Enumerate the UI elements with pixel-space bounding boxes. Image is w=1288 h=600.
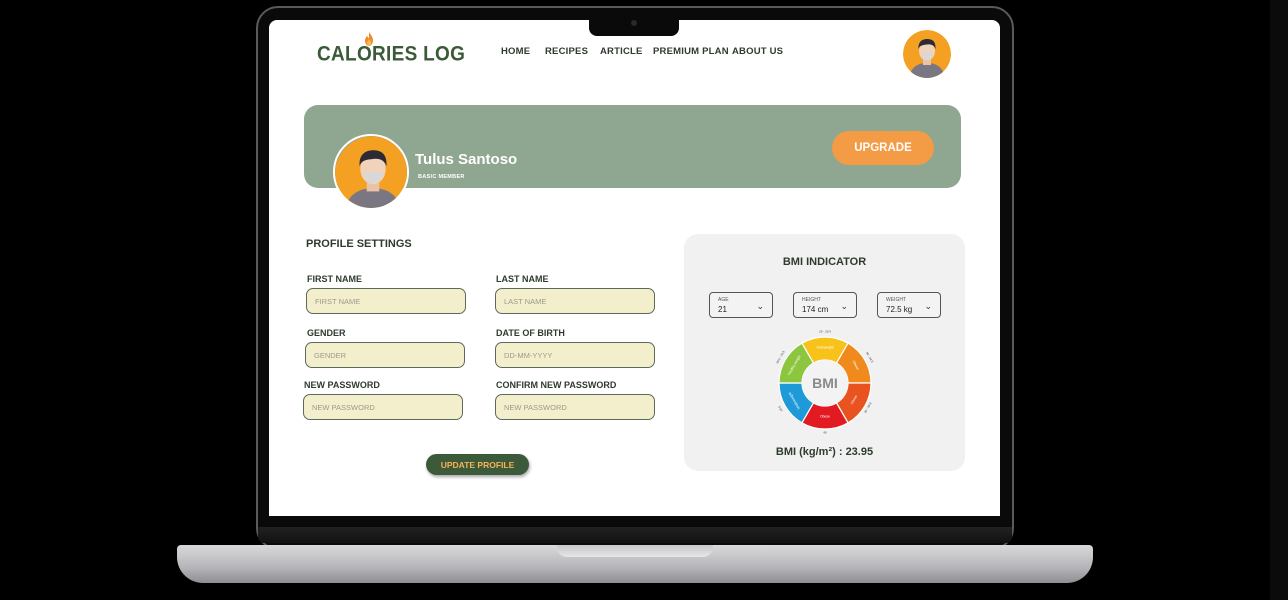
last-name-field[interactable] bbox=[495, 288, 655, 314]
nav-recipes[interactable]: RECIPES bbox=[545, 46, 588, 57]
confirm-password-field[interactable] bbox=[495, 394, 655, 420]
chevron-down-icon: ⌄ bbox=[924, 301, 932, 311]
height-select-label: HEIGHT bbox=[802, 297, 821, 303]
height-select[interactable]: HEIGHT 174 cm ⌄ bbox=[793, 292, 857, 318]
upgrade-button[interactable]: UPGRADE bbox=[832, 131, 934, 165]
profile-name: Tulus Santoso bbox=[415, 151, 518, 168]
chevron-down-icon: ⌄ bbox=[756, 301, 764, 311]
first-name-field[interactable] bbox=[306, 288, 466, 314]
app-logo[interactable]: CALORIES LOG bbox=[317, 43, 465, 68]
new-password-label: NEW PASSWORD bbox=[304, 380, 380, 390]
first-name-label: FIRST NAME bbox=[307, 274, 362, 284]
user-avatar-icon bbox=[335, 136, 407, 208]
nav-home[interactable]: HOME bbox=[501, 46, 530, 57]
nav-article[interactable]: ARTICLE bbox=[600, 46, 643, 57]
date-of-birth-label: DATE OF BIRTH bbox=[496, 328, 565, 338]
bmi-card: BMI INDICATOR AGE 21 ⌄ HEIGHT 174 cm ⌄ W… bbox=[684, 234, 965, 471]
update-profile-button[interactable]: UPDATE PROFILE bbox=[426, 454, 529, 475]
weight-select-value: 72.5 kg bbox=[886, 305, 913, 314]
last-name-label: LAST NAME bbox=[496, 274, 549, 284]
new-password-field[interactable] bbox=[303, 394, 463, 420]
membership-badge: BASIC MEMBER bbox=[418, 174, 465, 180]
age-select-label: AGE bbox=[718, 297, 729, 303]
nav-about-us[interactable]: ABOUT US bbox=[732, 46, 783, 57]
edge-strip bbox=[1270, 0, 1288, 600]
app-screen: CALORIES LOG HOME RECIPES ARTICLE PREMIU… bbox=[269, 20, 1000, 516]
camera-notch bbox=[589, 16, 679, 36]
profile-avatar[interactable] bbox=[333, 134, 409, 210]
bmi-title: BMI INDICATOR bbox=[782, 256, 867, 268]
confirm-password-label: CONFIRM NEW PASSWORD bbox=[496, 380, 617, 390]
age-select-value: 21 bbox=[718, 305, 727, 314]
gauge-segment-label: Obese bbox=[820, 415, 830, 419]
laptop-mockup: CALORIES LOG HOME RECIPES ARTICLE PREMIU… bbox=[0, 0, 1288, 600]
nav-premium-plan[interactable]: PREMIUM PLAN bbox=[653, 46, 729, 57]
profile-settings-title: PROFILE SETTINGS bbox=[306, 238, 412, 250]
chevron-down-icon: ⌄ bbox=[840, 301, 848, 311]
gender-label: GENDER bbox=[307, 328, 346, 338]
gauge-range-label: 18.5 bbox=[777, 405, 784, 412]
gender-field[interactable] bbox=[305, 342, 465, 368]
bmi-gauge: BMI UnderweightHealthy weightOverweightO… bbox=[775, 330, 874, 435]
laptop-hinge bbox=[258, 527, 1012, 543]
user-avatar-icon bbox=[903, 30, 951, 78]
gauge-segment-label: Overweight bbox=[816, 346, 833, 350]
gauge-range-label: 40 bbox=[823, 431, 827, 435]
avatar[interactable] bbox=[903, 30, 951, 78]
height-select-value: 174 cm bbox=[802, 305, 829, 314]
gauge-range-label: 25 - 29.9 bbox=[819, 330, 831, 334]
flame-icon bbox=[365, 32, 373, 46]
weight-select[interactable]: WEIGHT 72.5 kg ⌄ bbox=[877, 292, 941, 318]
gauge-center-label: BMI bbox=[812, 375, 838, 391]
laptop-lip bbox=[557, 545, 713, 557]
date-of-birth-field[interactable] bbox=[495, 342, 655, 368]
weight-select-label: WEIGHT bbox=[886, 297, 906, 303]
camera-icon bbox=[631, 20, 637, 26]
bmi-result: BMI (kg/m²) : 23.95 bbox=[775, 446, 874, 458]
age-select[interactable]: AGE 21 ⌄ bbox=[709, 292, 773, 318]
